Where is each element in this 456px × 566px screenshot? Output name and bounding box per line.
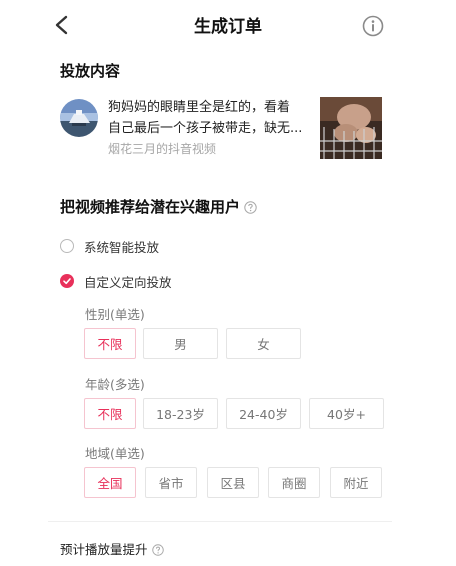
age-chip-any[interactable]: 不限 bbox=[84, 398, 136, 429]
region-chip-nearby[interactable]: 附近 bbox=[330, 467, 382, 498]
check-icon bbox=[63, 278, 71, 285]
video-thumbnail[interactable] bbox=[320, 97, 382, 159]
radio-checked-icon[interactable] bbox=[60, 274, 74, 288]
age-chip-24-40[interactable]: 24-40岁 bbox=[226, 398, 301, 429]
target-section-label: 把视频推荐给潜在兴趣用户 bbox=[60, 198, 241, 216]
age-label: 年龄(多选) bbox=[85, 377, 145, 392]
section-divider bbox=[48, 521, 392, 522]
region-label: 地域(单选) bbox=[85, 446, 145, 461]
gender-chip-any[interactable]: 不限 bbox=[84, 328, 136, 359]
video-desc-line1: 狗妈妈的眼睛里全是红的，看着 bbox=[108, 100, 291, 115]
age-chip-40-plus[interactable]: 40岁+ bbox=[309, 398, 384, 429]
region-chip-district[interactable]: 区县 bbox=[207, 467, 259, 498]
option-system-smart-label: 系统智能投放 bbox=[84, 240, 160, 255]
help-icon[interactable] bbox=[151, 544, 164, 556]
author-avatar bbox=[60, 99, 98, 137]
page-title: 生成订单 bbox=[194, 17, 262, 37]
header-bar: 生成订单 bbox=[0, 0, 456, 48]
gender-label: 性别(单选) bbox=[85, 307, 145, 322]
estimate-section-label: 预计播放量提升 bbox=[60, 542, 148, 557]
target-section-title: 把视频推荐给潜在兴趣用户 bbox=[60, 196, 257, 217]
info-icon[interactable] bbox=[362, 15, 384, 37]
region-chip-province-city[interactable]: 省市 bbox=[145, 467, 197, 498]
radio-unchecked-icon[interactable] bbox=[60, 239, 74, 253]
help-icon[interactable] bbox=[244, 201, 257, 214]
video-desc-line2: 自己最后一个孩子被带走，缺无... bbox=[108, 121, 303, 136]
video-info: 狗妈妈的眼睛里全是红的，看着 自己最后一个孩子被带走，缺无... 烟花三月的抖音… bbox=[108, 97, 314, 159]
option-custom-targeting-label: 自定义定向投放 bbox=[84, 275, 172, 290]
region-chip-nationwide[interactable]: 全国 bbox=[84, 467, 136, 498]
age-chip-18-23[interactable]: 18-23岁 bbox=[143, 398, 218, 429]
region-chip-business-area[interactable]: 商圈 bbox=[268, 467, 320, 498]
estimate-section-title: 预计播放量提升 bbox=[60, 539, 164, 558]
gender-chip-female[interactable]: 女 bbox=[226, 328, 301, 359]
video-author: 烟花三月的抖音视频 bbox=[108, 142, 217, 156]
gender-chip-male[interactable]: 男 bbox=[143, 328, 218, 359]
content-section-title: 投放内容 bbox=[60, 62, 121, 80]
video-card[interactable]: 狗妈妈的眼睛里全是红的，看着 自己最后一个孩子被带走，缺无... 烟花三月的抖音… bbox=[60, 97, 384, 161]
